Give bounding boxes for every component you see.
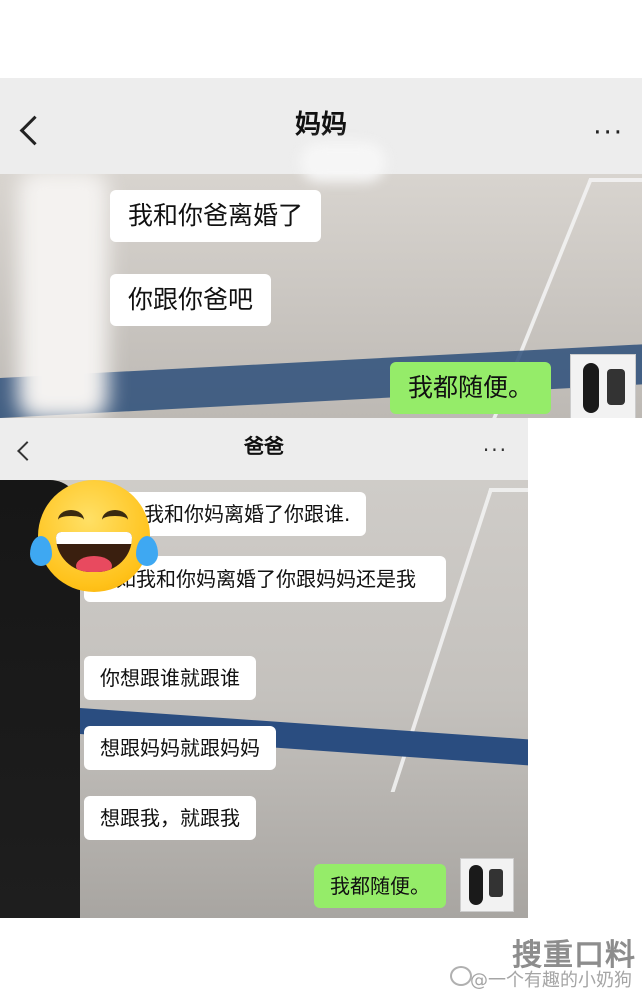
sent-message-bubble: 我都随便。 — [390, 362, 552, 414]
sent-message-bubble: 我都随便。 — [314, 864, 446, 908]
message-bubble: 想跟妈妈就跟妈妈 — [84, 726, 276, 770]
watermark-handle: @一个有趣的小奶狗 — [470, 970, 632, 991]
avatar[interactable] — [570, 354, 636, 418]
blurred-region — [300, 142, 386, 182]
avatar[interactable] — [460, 858, 514, 912]
chat-header: 爸爸 ··· — [0, 418, 528, 480]
mom-chat-screenshot: 妈妈 ··· 我和你爸离婚了 你跟你爸吧 我都随便。 — [0, 78, 642, 418]
laughing-tears-emoji-icon — [30, 480, 158, 592]
more-icon[interactable]: ··· — [483, 438, 508, 462]
chat-title: 妈妈 — [294, 110, 347, 140]
message-bubble: 想跟我，就跟我 — [84, 796, 256, 840]
more-icon[interactable]: ··· — [593, 118, 624, 148]
message-bubble: 你跟你爸吧 — [110, 274, 272, 326]
chat-title: 爸爸 — [244, 434, 284, 458]
message-bubble: 你想跟谁就跟谁 — [84, 656, 256, 700]
message-bubble: 我和你爸离婚了 — [110, 190, 322, 242]
weibo-icon — [450, 966, 472, 986]
blurred-region — [18, 170, 108, 418]
